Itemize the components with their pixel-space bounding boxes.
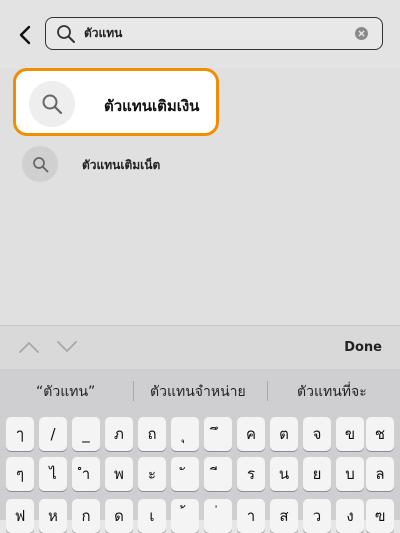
key[interactable]: พ (105, 457, 133, 491)
suggestion-divider (267, 381, 268, 401)
key[interactable]: ก (72, 499, 100, 533)
close-icon (358, 30, 365, 37)
search-header (0, 0, 400, 68)
key[interactable]: _ (72, 417, 100, 451)
search-icon (56, 24, 76, 48)
key[interactable]: บ (336, 457, 364, 491)
key[interactable]: เ (138, 499, 166, 533)
key[interactable]: ข (336, 417, 364, 451)
key[interactable]: ง (336, 499, 364, 533)
search-icon (42, 94, 63, 115)
result-item-highlighted[interactable]: ตัวแทนเติมเงิน (13, 68, 219, 136)
key[interactable]: ๆ (6, 457, 34, 491)
key[interactable]: ด (105, 499, 133, 533)
result-label: ตัวแทนเติมเน็ต (82, 158, 161, 172)
search-bar[interactable] (45, 17, 383, 50)
app-screen: ตัวแทนเติมเงิน ตัวแทนเติมเน็ต Done “ตัวแ… (0, 0, 400, 533)
key[interactable]: / (39, 417, 67, 451)
key[interactable]: ฟ (6, 499, 34, 533)
key[interactable]: ส (270, 499, 298, 533)
key[interactable]: ำ (72, 457, 100, 491)
key[interactable]: า (237, 499, 265, 533)
key[interactable]: ุ (171, 417, 199, 451)
key[interactable]: ่ (204, 499, 232, 533)
thai-keyboard: ๅ / _ ภ ถ ุ ึ ค ต จ ข ช ๆ ไ ำ พ ะ ั ี ร … (0, 411, 400, 533)
key[interactable]: ไ (39, 457, 67, 491)
result-search-icon-circle (22, 146, 58, 182)
key[interactable]: ต (270, 417, 298, 451)
result-item[interactable]: ตัวแทนเติมเน็ต (0, 146, 400, 182)
key[interactable]: ถ (138, 417, 166, 451)
key[interactable]: ฃ (366, 499, 394, 533)
back-button[interactable] (14, 22, 38, 48)
suggestion-item[interactable]: ตัวแทนที่จะ (297, 381, 367, 403)
key[interactable]: ห (39, 499, 67, 533)
key[interactable]: ร (237, 457, 265, 491)
chevron-up-icon[interactable] (18, 340, 40, 354)
key[interactable]: ล (366, 457, 394, 491)
key[interactable]: ึ (204, 417, 232, 451)
key[interactable]: ้ (171, 499, 199, 533)
key[interactable]: ี (204, 457, 232, 491)
result-search-icon-circle (29, 81, 75, 127)
key[interactable]: ๅ (6, 417, 34, 451)
key[interactable]: ย (303, 457, 331, 491)
done-button[interactable]: Done (344, 340, 382, 355)
key[interactable]: ช (366, 417, 394, 451)
keyboard-accessory-bar: Done (0, 325, 400, 369)
search-input[interactable] (84, 22, 344, 44)
key[interactable]: จ (303, 417, 331, 451)
chevron-down-icon[interactable] (56, 340, 78, 354)
keyboard-suggestions: “ตัวแทน” ตัวแทนจำหน่าย ตัวแทนที่จะ (0, 369, 400, 411)
chevron-left-icon (19, 25, 31, 45)
key[interactable]: ะ (138, 457, 166, 491)
suggestion-divider (133, 381, 134, 401)
key[interactable]: ว (303, 499, 331, 533)
search-results: ตัวแทนเติมเงิน ตัวแทนเติมเน็ต (0, 68, 400, 325)
search-icon (33, 157, 49, 173)
suggestion-item[interactable]: ตัวแทนจำหน่าย (150, 381, 246, 403)
key[interactable]: ค (237, 417, 265, 451)
key[interactable]: น (270, 457, 298, 491)
clear-search-button[interactable] (355, 27, 368, 40)
key[interactable]: ั (171, 457, 199, 491)
result-label: ตัวแทนเติมเงิน (104, 97, 200, 115)
suggestion-item[interactable]: “ตัวแทน” (36, 381, 95, 403)
key[interactable]: ภ (105, 417, 133, 451)
